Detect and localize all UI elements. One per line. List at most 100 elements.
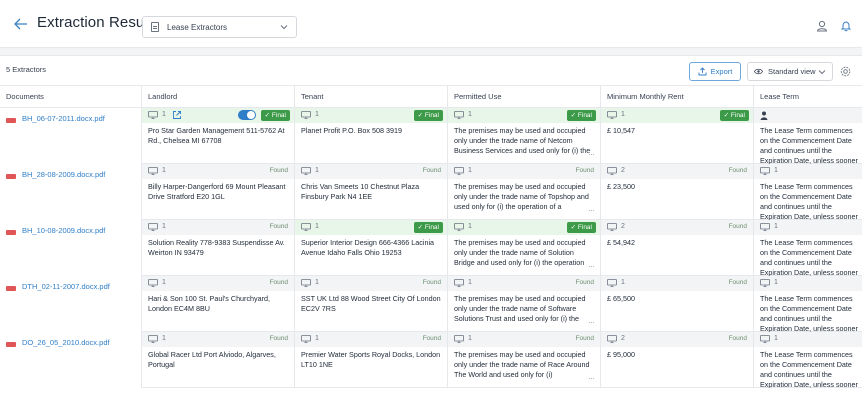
term-cell[interactable]: 1 The Lease Term commences on the Commenc… bbox=[754, 332, 862, 388]
status-badge: Found bbox=[269, 279, 288, 286]
more-ellipsis[interactable]: … bbox=[588, 262, 595, 269]
cell-meta-bar: 1 bbox=[754, 276, 862, 291]
view-select[interactable]: Standard view bbox=[747, 62, 833, 81]
landlord-cell[interactable]: 1 Found Solution Reality 778-9383 Suspendi… bbox=[142, 220, 295, 276]
column-header-landlord[interactable]: Landlord bbox=[142, 86, 295, 108]
status-badge: ✓ Final bbox=[260, 110, 290, 121]
use-cell[interactable]: 1 ✓ Final The premises may be used and occ… bbox=[448, 220, 601, 276]
document-link[interactable]: BH_10-08-2009.docx.pdf bbox=[22, 226, 105, 235]
cell-meta-bar: 2 Found bbox=[601, 164, 753, 179]
landlord-cell[interactable]: 1 Found Hari & Son 100 St. Paul's Churchya… bbox=[142, 276, 295, 332]
column-header-permitted-use[interactable]: Permitted Use bbox=[448, 86, 601, 108]
cell-meta-bar: 1 ✓ Final bbox=[448, 108, 600, 123]
column-header-tenant[interactable]: Tenant bbox=[295, 86, 448, 108]
cell-value: £ 65,500 bbox=[607, 294, 635, 303]
more-ellipsis[interactable]: … bbox=[588, 318, 595, 325]
match-count: 1 bbox=[621, 111, 625, 118]
table-header: Documents Landlord Tenant Permitted Use … bbox=[0, 86, 862, 108]
status-badge: ✓ Final bbox=[719, 110, 749, 121]
status-badge: Found bbox=[728, 167, 747, 174]
rent-cell[interactable]: 2 Found £ 54,942 bbox=[601, 220, 754, 276]
tenant-cell[interactable]: 1 ✓ Final Superior Interior Design 666-436… bbox=[295, 220, 448, 276]
cell-meta-bar: 1 ✓ Final bbox=[295, 108, 447, 123]
term-cell[interactable]: 1 The Lease Term commences on the Commenc… bbox=[754, 220, 862, 276]
cell-value: The Lease Term commences on the Commence… bbox=[760, 182, 858, 220]
table-row[interactable]: DO_26_05_2010.docx.pdf 1 Found Global Racer… bbox=[0, 332, 862, 388]
monitor-icon bbox=[301, 167, 311, 177]
extractor-select[interactable]: Lease Extractors bbox=[142, 16, 297, 38]
app-header: Extraction Results Lease Extractors bbox=[0, 0, 862, 48]
cell-meta-bar: 1 Found bbox=[601, 276, 753, 291]
document-link[interactable]: DTH_02-11-2007.docx.pdf bbox=[22, 282, 110, 291]
monitor-icon bbox=[148, 223, 158, 233]
monitor-icon bbox=[760, 279, 770, 289]
cell-value: The Lease Term commences on the Commence… bbox=[760, 126, 858, 164]
column-header-minimum-monthly-rent[interactable]: Minimum Monthly Rent bbox=[601, 86, 754, 108]
results-toolbar: 5 Extractors Export Standard view bbox=[0, 56, 862, 86]
monitor-icon bbox=[454, 111, 464, 121]
chevron-down-icon bbox=[280, 25, 288, 30]
cell-value: SST UK Ltd 88 Wood Street City Of London… bbox=[301, 294, 441, 313]
tenant-cell[interactable]: 1 Found SST UK Ltd 88 Wood Street City Of … bbox=[295, 276, 448, 332]
document-cell: BH_06-07-2011.docx.pdf bbox=[0, 108, 142, 164]
rent-cell[interactable]: 1 ✓ Final £ 10,547 bbox=[601, 108, 754, 164]
table-row[interactable]: BH_10-08-2009.docx.pdf 1 Found Solution Rea… bbox=[0, 220, 862, 276]
tenant-cell[interactable]: 1 ✓ Final Planet Profit P.O. Box 508 3919 bbox=[295, 108, 448, 164]
status-badge: Found bbox=[728, 279, 747, 286]
table-row[interactable]: BH_28-08-2009.docx.pdf 1 Found Billy Harper… bbox=[0, 164, 862, 220]
match-count: 2 bbox=[621, 223, 625, 230]
arrow-left-icon[interactable] bbox=[14, 18, 28, 30]
cell-meta-bar: 1 ✓ Final bbox=[601, 108, 753, 123]
more-ellipsis[interactable]: … bbox=[588, 374, 595, 381]
table-row[interactable]: DTH_02-11-2007.docx.pdf 1 Found Hari & Son … bbox=[0, 276, 862, 332]
document-link[interactable]: BH_28-08-2009.docx.pdf bbox=[22, 170, 105, 179]
cell-value: Premier Water Sports Royal Docks, London… bbox=[301, 350, 441, 369]
match-count: 1 bbox=[621, 279, 625, 286]
gear-icon[interactable] bbox=[840, 66, 851, 77]
cell-value: Solution Reality 778-9383 Suspendisse Av… bbox=[148, 238, 285, 257]
landlord-cell[interactable]: 1 Found Billy Harper-Dangerford 69 Mount P… bbox=[142, 164, 295, 220]
user-icon[interactable] bbox=[816, 20, 828, 32]
person-icon bbox=[760, 111, 768, 122]
cell-meta-bar: 1 Found bbox=[295, 332, 447, 347]
status-badge: Found bbox=[422, 279, 441, 286]
match-count: 1 bbox=[468, 335, 472, 342]
monitor-icon bbox=[760, 223, 770, 233]
status-badge: Found bbox=[269, 167, 288, 174]
column-header-documents[interactable]: Documents bbox=[0, 86, 142, 108]
cell-meta-bar: 1 ✓ Final bbox=[142, 108, 294, 123]
term-cell[interactable]: 1 The Lease Term commences on the Commenc… bbox=[754, 164, 862, 220]
term-cell[interactable]: The Lease Term commences on the Commence… bbox=[754, 108, 862, 164]
document-link[interactable]: DO_26_05_2010.docx.pdf bbox=[22, 338, 110, 347]
landlord-cell[interactable]: 1 Found Global Racer Ltd Port Alviodo, Alg… bbox=[142, 332, 295, 388]
match-count: 1 bbox=[315, 279, 319, 286]
bell-icon[interactable] bbox=[840, 20, 852, 32]
external-link-icon[interactable] bbox=[172, 110, 182, 120]
rent-cell[interactable]: 2 Found £ 23,500 bbox=[601, 164, 754, 220]
use-cell[interactable]: 1 Found The premises may be used and occup… bbox=[448, 164, 601, 220]
view-label: Standard view bbox=[768, 67, 816, 76]
use-cell[interactable]: 1 Found The premises may be used and occup… bbox=[448, 276, 601, 332]
export-button[interactable]: Export bbox=[689, 62, 741, 81]
use-cell[interactable]: 1 ✓ Final The premises may be used and occ… bbox=[448, 108, 601, 164]
monitor-icon bbox=[301, 111, 311, 121]
rent-cell[interactable]: 2 Found £ 95,000 bbox=[601, 332, 754, 388]
landlord-cell[interactable]: 1 ✓ Final Pro Star Garden Management 511-5… bbox=[142, 108, 295, 164]
term-cell[interactable]: 1 The Lease Term commences on the Commenc… bbox=[754, 276, 862, 332]
tenant-cell[interactable]: 1 Found Chris Van Smeets 10 Chestnut Plaza… bbox=[295, 164, 448, 220]
monitor-icon bbox=[760, 335, 770, 345]
more-ellipsis[interactable]: … bbox=[588, 206, 595, 213]
document-link[interactable]: BH_06-07-2011.docx.pdf bbox=[22, 114, 105, 123]
use-cell[interactable]: 1 Found The premises may be used and occup… bbox=[448, 332, 601, 388]
final-toggle[interactable] bbox=[238, 110, 256, 120]
table-row[interactable]: BH_06-07-2011.docx.pdf 1 ✓ Final Pro Star G… bbox=[0, 108, 862, 164]
more-ellipsis[interactable]: … bbox=[588, 150, 595, 157]
monitor-icon bbox=[148, 111, 158, 121]
rent-cell[interactable]: 1 Found £ 65,500 bbox=[601, 276, 754, 332]
status-badge: ✓ Final bbox=[413, 110, 443, 121]
tenant-cell[interactable]: 1 Found Premier Water Sports Royal Docks, … bbox=[295, 332, 448, 388]
column-header-lease-term[interactable]: Lease Term bbox=[754, 86, 862, 108]
cell-value: The premises may be used and occupied on… bbox=[454, 350, 590, 379]
export-label: Export bbox=[710, 67, 733, 76]
match-count: 1 bbox=[162, 111, 166, 118]
